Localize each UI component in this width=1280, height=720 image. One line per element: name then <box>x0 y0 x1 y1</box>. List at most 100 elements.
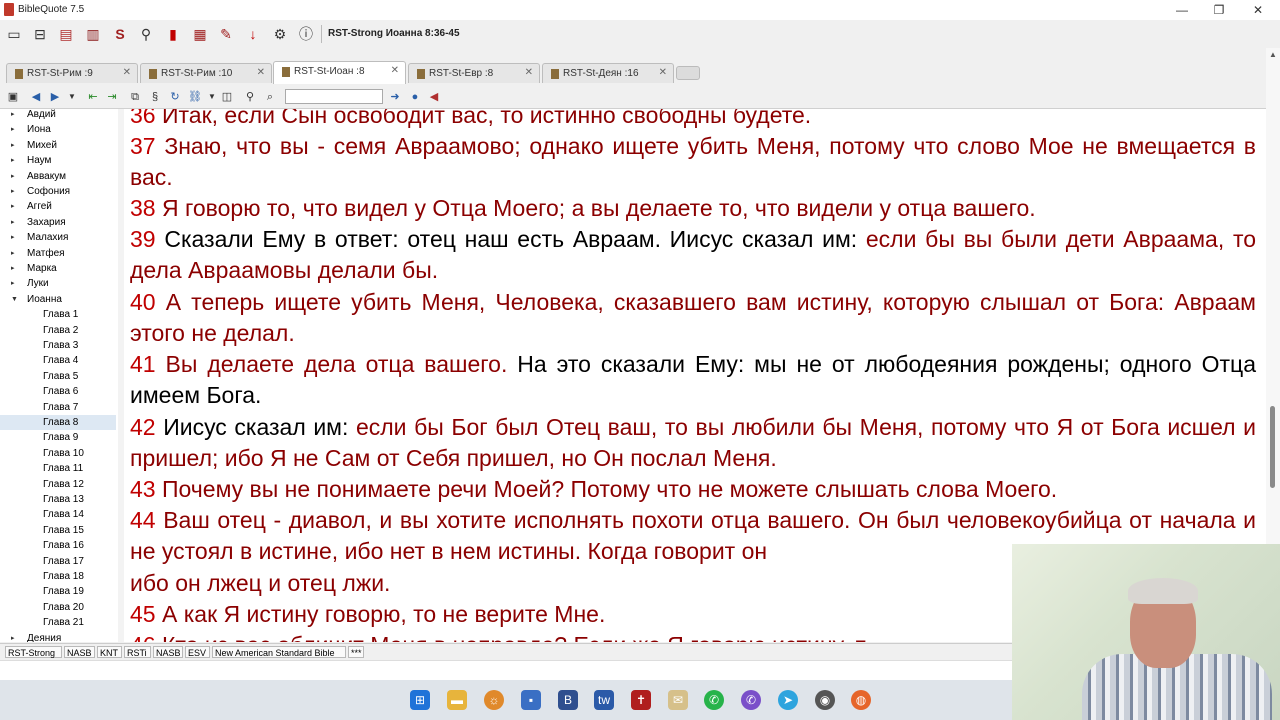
expand-arrow-icon[interactable]: ▸ <box>11 631 15 642</box>
file-explorer-icon[interactable]: ▬ <box>447 690 467 710</box>
biblequote-icon[interactable]: ✝ <box>631 690 651 710</box>
next-chapter-icon[interactable]: ⇥ <box>103 88 121 106</box>
scroll-app-icon[interactable]: ✉ <box>668 690 688 710</box>
expand-arrow-icon[interactable]: ▸ <box>11 153 15 168</box>
tree-chapter-item[interactable]: Глава 14 <box>0 507 116 522</box>
module-tab[interactable]: *** <box>348 646 364 658</box>
verse-number[interactable]: 44 <box>130 507 156 533</box>
info-circle-icon[interactable]: ● <box>406 88 424 106</box>
module-tab[interactable]: RST-Strong <box>5 646 62 658</box>
info-icon[interactable]: ⓘ <box>296 24 316 44</box>
app-sun-icon[interactable]: ☼ <box>484 690 504 710</box>
history-dropdown-icon[interactable]: ▼ <box>63 88 81 106</box>
tree-chapter-item[interactable]: Глава 2 <box>0 323 116 338</box>
go-icon[interactable]: ➜ <box>386 88 404 106</box>
module-tab[interactable]: ESV <box>185 646 210 658</box>
tree-chapter-item[interactable]: Глава 4 <box>0 353 116 368</box>
tab-heb-8[interactable]: RST-St-Евр :8 ✕ <box>408 63 540 83</box>
new-tab-icon[interactable]: ⊟ <box>30 24 50 44</box>
strong-numbers-icon[interactable]: § <box>146 88 164 106</box>
prev-chapter-icon[interactable]: ⇤ <box>84 88 102 106</box>
tree-chapter-item[interactable]: Глава 6 <box>0 384 116 399</box>
obs-icon[interactable]: ◉ <box>815 690 835 710</box>
tree-chapter-item[interactable]: Глава 15 <box>0 523 116 538</box>
download-icon[interactable]: ↓ <box>243 24 263 44</box>
speaker-icon[interactable]: ◀ <box>425 88 443 106</box>
verse-number[interactable]: 39 <box>130 226 156 252</box>
verse-number[interactable]: 40 <box>130 289 156 315</box>
settings-icon[interactable]: ⚙ <box>270 24 290 44</box>
tab-rom-10[interactable]: RST-St-Рим :10 ✕ <box>140 63 272 83</box>
bookmarks-list-icon[interactable]: ▦ <box>190 24 210 44</box>
save-disk-icon[interactable]: ▪ <box>521 690 541 710</box>
windows-start-icon[interactable]: ⊞ <box>410 690 430 710</box>
bible-app-icon[interactable]: B <box>558 690 578 710</box>
expand-arrow-icon[interactable]: ▸ <box>11 109 15 122</box>
module-tab[interactable]: New American Standard Bible <box>212 646 346 658</box>
tree-chapter-item[interactable]: Глава 5 <box>0 369 116 384</box>
verse-number[interactable]: 45 <box>130 601 156 627</box>
quick-search-input[interactable] <box>285 89 383 104</box>
link-icon[interactable]: ⛓ <box>186 88 204 106</box>
tree-chapter-item[interactable]: Глава 11 <box>0 461 116 476</box>
expand-arrow-icon[interactable]: ▸ <box>11 199 15 214</box>
tree-chapter-item[interactable]: Глава 10 <box>0 446 116 461</box>
tree-chapter-item[interactable]: Глава 7 <box>0 400 116 415</box>
tree-chapter-item[interactable]: Глава 19 <box>0 584 116 599</box>
close-button[interactable]: ✕ <box>1238 0 1278 20</box>
tree-chapter-item[interactable]: Глава 12 <box>0 477 116 492</box>
verse-number[interactable]: 38 <box>130 195 156 221</box>
history-icon[interactable]: ▤ <box>56 24 76 44</box>
tree-chapter-item[interactable]: Глава 17 <box>0 554 116 569</box>
module-tab[interactable]: KNT <box>97 646 122 658</box>
tab-close-icon[interactable]: ✕ <box>257 67 265 78</box>
verse-number[interactable]: 42 <box>130 414 156 440</box>
layout-icon[interactable]: ▭ <box>4 24 24 44</box>
verse-number[interactable]: 46 <box>130 632 156 642</box>
forward-icon[interactable]: ▶ <box>46 88 64 106</box>
new-tab-button[interactable] <box>676 66 700 80</box>
module-tab[interactable]: RSTi <box>124 646 151 658</box>
tree-chapter-item[interactable]: Глава 18 <box>0 569 116 584</box>
tab-close-icon[interactable]: ✕ <box>123 67 131 78</box>
tree-chapter-item[interactable]: Глава 3 <box>0 338 116 353</box>
copy-icon[interactable]: ⧉ <box>126 88 144 106</box>
expand-arrow-icon[interactable]: ▸ <box>11 215 15 230</box>
verse-number[interactable]: 41 <box>130 351 156 377</box>
toggle-panel-icon[interactable]: ▣ <box>4 88 22 106</box>
verse-number[interactable]: 43 <box>130 476 156 502</box>
notes-icon[interactable]: ✎ <box>216 24 236 44</box>
tab-rom-9[interactable]: RST-St-Рим :9 ✕ <box>6 63 138 83</box>
tab-close-icon[interactable]: ✕ <box>391 65 399 76</box>
expand-arrow-icon[interactable]: ▸ <box>11 276 15 291</box>
tab-acts-16[interactable]: RST-St-Деян :16 ✕ <box>542 63 674 83</box>
theword-icon[interactable]: tw <box>594 690 614 710</box>
tree-chapter-item[interactable]: Глава 13 <box>0 492 116 507</box>
tree-chapter-item[interactable]: Глава 8 <box>0 415 116 430</box>
tree-chapter-item[interactable]: Глава 21 <box>0 615 116 630</box>
whatsapp-icon[interactable]: ✆ <box>704 690 724 710</box>
expand-arrow-icon[interactable]: ▸ <box>11 230 15 245</box>
tree-chapter-item[interactable]: Глава 1 <box>0 307 116 322</box>
zoom-icon[interactable]: ⌕ <box>261 88 279 106</box>
strong-s-icon[interactable]: S <box>110 24 130 44</box>
module-tab[interactable]: NASB <box>64 646 95 658</box>
collapse-arrow-icon[interactable]: ▼ <box>11 292 18 307</box>
viber-icon[interactable]: ✆ <box>741 690 761 710</box>
tab-john-8[interactable]: RST-St-Иоан :8 ✕ <box>273 61 406 84</box>
expand-arrow-icon[interactable]: ▸ <box>11 246 15 261</box>
expand-arrow-icon[interactable]: ▸ <box>11 169 15 184</box>
bookmark-icon[interactable]: ▮ <box>163 24 183 44</box>
minimize-button[interactable]: — <box>1162 0 1202 20</box>
verse-number[interactable]: 37 <box>130 133 156 159</box>
firefox-icon[interactable]: ◍ <box>851 690 871 710</box>
back-icon[interactable]: ◀ <box>27 88 45 106</box>
expand-arrow-icon[interactable]: ▸ <box>11 122 15 137</box>
expand-arrow-icon[interactable]: ▸ <box>11 261 15 276</box>
restore-button[interactable]: ❐ <box>1199 0 1239 20</box>
expand-arrow-icon[interactable]: ▸ <box>11 138 15 153</box>
module-tab[interactable]: NASB <box>153 646 183 658</box>
expand-arrow-icon[interactable]: ▸ <box>11 184 15 199</box>
search-icon[interactable]: ⚲ <box>136 24 156 44</box>
verse-number[interactable]: 36 <box>130 109 156 128</box>
